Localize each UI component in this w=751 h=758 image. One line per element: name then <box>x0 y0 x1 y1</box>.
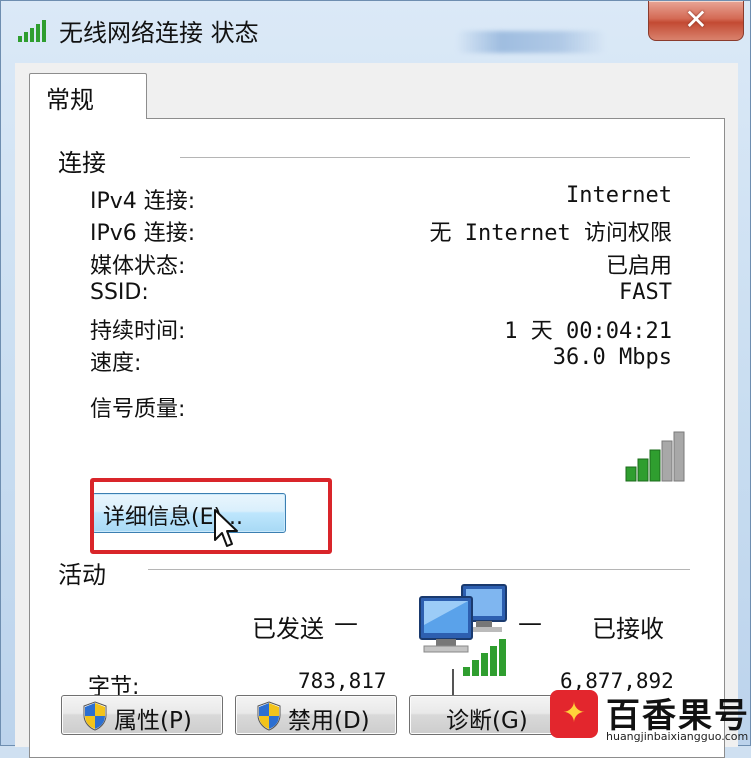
signal-quality-icon <box>625 431 685 482</box>
ipv4-label: IPv4 连接: <box>90 189 196 214</box>
properties-button-label: 属性(P) <box>114 708 192 734</box>
watermark-logo-glyph: ✦ <box>562 696 586 729</box>
ssid-value: FAST <box>619 280 672 305</box>
activity-group-divider <box>148 569 690 571</box>
close-icon: ✕ <box>684 3 708 36</box>
signal-quality-label: 信号质量: <box>90 397 186 422</box>
media-state-label: 媒体状态: <box>90 254 186 279</box>
close-button[interactable]: ✕ <box>648 1 744 41</box>
shield-icon <box>257 701 281 731</box>
tab-general-label: 常规 <box>46 86 94 114</box>
tab-general[interactable]: 常规 <box>29 73 147 119</box>
received-label: 已接收 <box>592 615 664 643</box>
bytes-sent-value: 783,817 <box>298 669 387 693</box>
media-state-value: 已启用 <box>605 254 672 279</box>
highlight-box <box>90 478 332 554</box>
duration-label: 持续时间: <box>90 319 186 344</box>
window-title: 无线网络连接 状态 <box>59 19 259 47</box>
disable-button[interactable]: 禁用(D) <box>235 695 397 735</box>
status-dialog: 无线网络连接 状态 ✕ 常规 连接 IPv4 连接: Internet IPv6… <box>0 0 751 758</box>
title-bar[interactable]: 无线网络连接 状态 ✕ <box>1 1 751 59</box>
watermark: ✦ 百香果号 huangjinbaixiangguo.com <box>542 686 751 746</box>
signal-bar-2 <box>637 458 649 482</box>
tab-panel: 连接 IPv4 连接: Internet IPv6 连接: 无 Internet… <box>29 118 725 758</box>
connection-group-divider <box>180 157 690 159</box>
shield-icon <box>83 701 107 731</box>
mouse-cursor-icon <box>214 509 238 547</box>
ssid-label: SSID: <box>90 280 149 305</box>
signal-bar-4 <box>661 440 673 482</box>
diagnose-button-label: 诊断(G) <box>446 708 528 734</box>
duration-value: 1 天 00:04:21 <box>504 319 672 344</box>
watermark-url: huangjinbaixiangguo.com <box>606 730 749 743</box>
wifi-signal-icon <box>18 20 46 42</box>
speed-label: 速度: <box>90 351 142 376</box>
ipv4-value: Internet <box>566 183 672 208</box>
sent-dash: — <box>334 609 358 637</box>
dialog-body: 常规 连接 IPv4 连接: Internet IPv6 连接: 无 Inter… <box>15 63 738 758</box>
disable-button-label: 禁用(D) <box>288 708 370 734</box>
signal-bar-3 <box>649 449 661 482</box>
sent-label: 已发送 <box>252 615 324 643</box>
properties-button[interactable]: 属性(P) <box>61 695 223 735</box>
title-bar-blur <box>456 31 606 53</box>
activity-signal-icon <box>463 639 506 676</box>
signal-bar-5 <box>673 431 685 482</box>
watermark-logo: ✦ <box>550 690 598 738</box>
connection-group-label: 连接 <box>58 149 106 177</box>
signal-bar-1 <box>625 466 637 482</box>
received-dash: — <box>518 609 542 637</box>
ipv6-value: 无 Internet 访问权限 <box>429 221 672 246</box>
activity-group-label: 活动 <box>58 561 106 589</box>
diagnose-button[interactable]: 诊断(G) <box>409 695 559 735</box>
speed-value: 36.0 Mbps <box>552 345 672 370</box>
ipv6-label: IPv6 连接: <box>90 221 196 246</box>
